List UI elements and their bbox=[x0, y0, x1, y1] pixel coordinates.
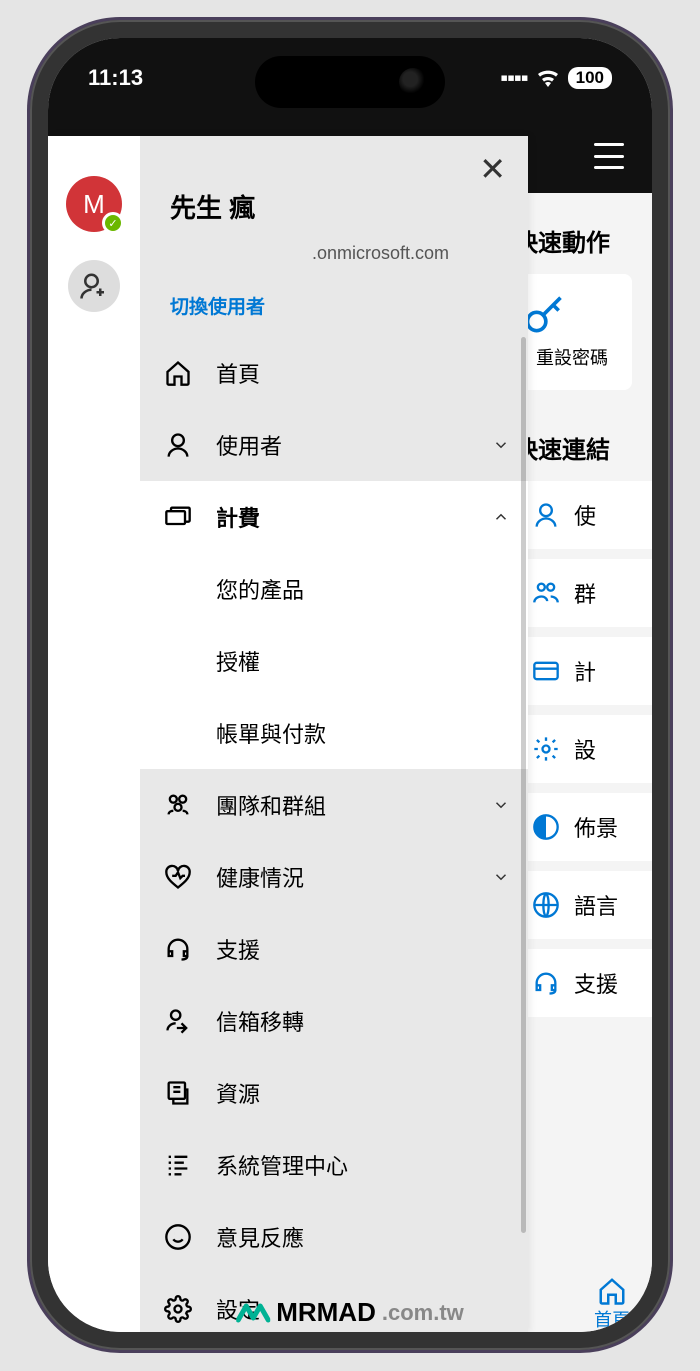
nav-mailbox-migration[interactable]: 信箱移轉 bbox=[140, 985, 528, 1057]
battery-level: 100 bbox=[568, 67, 612, 89]
nav-resources[interactable]: 資源 bbox=[140, 1057, 528, 1129]
user-display-name: 先生 瘋 bbox=[170, 188, 504, 225]
headset-icon bbox=[532, 969, 560, 997]
billing-icon bbox=[164, 503, 192, 531]
globe-icon bbox=[532, 891, 560, 919]
reset-password-card[interactable]: 重設密碼 bbox=[512, 274, 632, 390]
chevron-down-icon bbox=[492, 436, 510, 454]
headset-icon bbox=[164, 935, 192, 963]
people-icon bbox=[532, 579, 560, 607]
nav-billing-licenses[interactable]: 授權 bbox=[140, 625, 528, 697]
user-icon bbox=[532, 501, 560, 529]
hamburger-menu-icon[interactable] bbox=[594, 143, 624, 169]
card-icon bbox=[532, 657, 560, 685]
add-user-button[interactable] bbox=[68, 260, 120, 312]
link-support[interactable]: 支援 bbox=[512, 949, 652, 1017]
nav-support[interactable]: 支援 bbox=[140, 913, 528, 985]
smile-icon bbox=[164, 1223, 192, 1251]
resources-icon bbox=[164, 1079, 192, 1107]
nav-health[interactable]: 健康情況 bbox=[140, 841, 528, 913]
theme-icon bbox=[532, 813, 560, 841]
nav-billing[interactable]: 計費 bbox=[140, 481, 528, 553]
dynamic-island bbox=[255, 56, 445, 108]
list-icon bbox=[164, 1151, 192, 1179]
watermark-brand: MRMAD bbox=[276, 1297, 376, 1328]
link-billing[interactable]: 計 bbox=[512, 637, 652, 705]
nav-teams[interactable]: 團隊和群組 bbox=[140, 769, 528, 841]
link-settings[interactable]: 設 bbox=[512, 715, 652, 783]
home-icon bbox=[164, 359, 192, 387]
chevron-down-icon bbox=[492, 868, 510, 886]
signal-icon: ▪▪▪▪ bbox=[500, 65, 527, 91]
scrollbar[interactable] bbox=[521, 337, 526, 1233]
link-scenes[interactable]: 佈景 bbox=[512, 793, 652, 861]
nav-admin-centers[interactable]: 系統管理中心 bbox=[140, 1129, 528, 1201]
status-time: 11:13 bbox=[88, 65, 143, 91]
close-icon[interactable]: ✕ bbox=[479, 150, 506, 188]
link-groups[interactable]: 群 bbox=[512, 559, 652, 627]
nav-billing-invoices[interactable]: 帳單與付款 bbox=[140, 697, 528, 769]
nav-home[interactable]: 首頁 bbox=[140, 337, 528, 409]
avatar-initial: M bbox=[83, 189, 105, 220]
watermark-logo-icon bbox=[236, 1300, 270, 1326]
nav-list: 首頁 使用者 計費 您的產品 授權 帳單與付款 bbox=[140, 337, 528, 1332]
drawer-header: ✕ 先生 瘋 .onmicrosoft.com 切換使用者 bbox=[140, 136, 528, 337]
nav-billing-products[interactable]: 您的產品 bbox=[140, 553, 528, 625]
chevron-down-icon bbox=[492, 796, 510, 814]
switch-user-link[interactable]: 切換使用者 bbox=[170, 292, 504, 319]
link-users[interactable]: 使 bbox=[512, 481, 652, 549]
nav-feedback[interactable]: 意見反應 bbox=[140, 1201, 528, 1273]
bottom-tab-home[interactable]: 首頁 bbox=[572, 1276, 652, 1332]
reset-password-label: 重設密碼 bbox=[522, 344, 622, 370]
wifi-icon bbox=[536, 69, 560, 87]
migrate-icon bbox=[164, 1007, 192, 1035]
watermark-tld: .com.tw bbox=[382, 1300, 464, 1326]
gear-icon bbox=[532, 735, 560, 763]
avatar[interactable]: M ✓ bbox=[66, 176, 122, 232]
nav-users[interactable]: 使用者 bbox=[140, 409, 528, 481]
key-icon bbox=[522, 294, 622, 338]
people-icon bbox=[164, 791, 192, 819]
user-icon bbox=[164, 431, 192, 459]
watermark: MRMAD.com.tw bbox=[236, 1297, 464, 1328]
user-domain: .onmicrosoft.com bbox=[170, 243, 504, 264]
navigation-drawer: M ✓ ✕ 先生 瘋 .onmicrosoft.com 切換使用者 bbox=[48, 136, 528, 1332]
account-rail: M ✓ bbox=[48, 136, 140, 1332]
health-icon bbox=[164, 863, 192, 891]
link-language[interactable]: 語言 bbox=[512, 871, 652, 939]
presence-badge: ✓ bbox=[102, 212, 124, 234]
gear-icon bbox=[164, 1295, 192, 1323]
chevron-up-icon bbox=[492, 508, 510, 526]
